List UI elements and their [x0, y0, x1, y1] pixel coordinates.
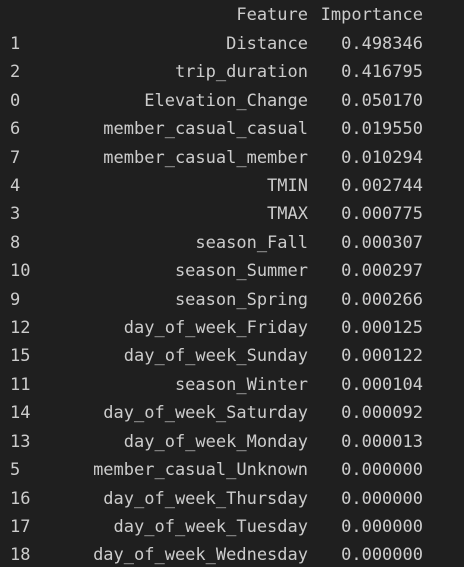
table-row: 18 day_of_week_Wednesday 0.000000: [0, 541, 423, 567]
table-row: 6 member_casual_casual 0.019550: [0, 115, 423, 143]
row-index: 1: [10, 34, 21, 54]
importance-cell: 0.019550: [341, 119, 423, 140]
importance-cell: 0.000122: [341, 346, 423, 367]
importance-cell: 0.000104: [341, 374, 423, 395]
feature-cell: member_casual_casual: [103, 119, 308, 140]
row-index: 18: [10, 545, 31, 566]
feature-importance-table: Feature Importance 1 Distance 0.498346 2 tri…: [0, 0, 423, 567]
importance-cell: 0.010294: [341, 147, 423, 168]
feature-cell: season_Fall: [195, 232, 308, 253]
importance-cell: 0.416795: [341, 62, 423, 83]
feature-cell: member_casual_member: [103, 147, 308, 168]
row-index: 5: [10, 460, 21, 481]
feature-cell: Distance: [226, 34, 308, 54]
table-row: 17 day_of_week_Tuesday 0.000000: [0, 513, 423, 541]
row-index: 17: [10, 516, 31, 537]
row-index: 10: [10, 261, 31, 282]
feature-cell: season_Winter: [174, 374, 308, 395]
table-row: 5 member_casual_Unknown 0.000000: [0, 456, 423, 484]
feature-cell: day_of_week_Sunday: [123, 346, 308, 367]
table-row: 7 member_casual_member 0.010294: [0, 144, 423, 172]
table-row: 13 day_of_week_Monday 0.000013: [0, 428, 423, 456]
importance-cell: 0.000297: [341, 261, 423, 282]
row-index: 2: [10, 62, 21, 83]
importance-cell: 0.050170: [341, 90, 423, 111]
table-row: 16 day_of_week_Thursday 0.000000: [0, 485, 423, 513]
importance-cell: 0.000775: [341, 204, 423, 225]
table-row: 1 Distance 0.498346: [0, 30, 423, 58]
cell-output-panel: Feature Importance 1 Distance 0.498346 2 tri…: [0, 0, 464, 567]
feature-cell: TMIN: [267, 176, 308, 197]
table-row: 8 season_Fall 0.000307: [0, 229, 423, 257]
row-index: 7: [10, 147, 21, 168]
row-index: 15: [10, 346, 31, 367]
table-row: 4 TMIN 0.002744: [0, 172, 423, 200]
row-index: 4: [10, 176, 21, 197]
importance-cell: 0.000000: [341, 488, 423, 509]
importance-cell: 0.000125: [341, 318, 423, 339]
table-row: 12 day_of_week_Friday 0.000125: [0, 314, 423, 342]
row-index: 6: [10, 119, 21, 140]
importance-cell: 0.000000: [341, 545, 423, 566]
table-header: Feature Importance: [0, 0, 423, 30]
feature-cell: member_casual_Unknown: [93, 460, 308, 481]
row-index: 3: [10, 204, 21, 225]
row-index: 12: [10, 318, 31, 339]
row-index: 9: [10, 289, 21, 310]
importance-cell: 0.000013: [341, 431, 423, 452]
feature-cell: trip_duration: [174, 62, 308, 83]
table-row: 15 day_of_week_Sunday 0.000122: [0, 342, 423, 370]
table-row: 11 season_Winter 0.000104: [0, 371, 423, 399]
index-header: [0, 0, 60, 30]
feature-cell: day_of_week_Friday: [123, 318, 308, 339]
table-row: 3 TMAX 0.000775: [0, 200, 423, 228]
feature-cell: day_of_week_Thursday: [103, 488, 308, 509]
table-row: 9 season_Spring 0.000266: [0, 286, 423, 314]
table-row: 14 day_of_week_Saturday 0.000092: [0, 399, 423, 427]
feature-cell: Elevation_Change: [144, 90, 308, 111]
feature-column-header: Feature: [236, 5, 308, 25]
table-row: 2 trip_duration 0.416795: [0, 58, 423, 86]
row-index: 8: [10, 232, 21, 253]
header-row: Feature Importance: [0, 0, 423, 30]
row-index: 0: [10, 90, 21, 111]
importance-cell: 0.000266: [341, 289, 423, 310]
feature-cell: season_Spring: [174, 289, 308, 310]
importance-cell: 0.498346: [341, 34, 423, 54]
row-index: 14: [10, 403, 31, 424]
importance-cell: 0.000092: [341, 403, 423, 424]
importance-column-header: Importance: [320, 5, 423, 25]
table-row: 0 Elevation_Change 0.050170: [0, 87, 423, 115]
table-row: 10 season_Summer 0.000297: [0, 257, 423, 285]
importance-cell: 0.002744: [341, 176, 423, 197]
importance-cell: 0.000000: [341, 516, 423, 537]
feature-cell: day_of_week_Monday: [123, 431, 308, 452]
row-index: 16: [10, 488, 31, 509]
feature-cell: day_of_week_Saturday: [103, 403, 308, 424]
importance-cell: 0.000307: [341, 232, 423, 253]
row-index: 13: [10, 431, 31, 452]
feature-cell: TMAX: [267, 204, 308, 225]
table-body: 1 Distance 0.498346 2 trip_duration 0.416795 0…: [0, 30, 423, 567]
feature-cell: day_of_week_Wednesday: [93, 545, 308, 566]
row-index: 11: [10, 374, 31, 395]
feature-cell: day_of_week_Tuesday: [113, 516, 308, 537]
feature-cell: season_Summer: [174, 261, 308, 282]
importance-cell: 0.000000: [341, 460, 423, 481]
